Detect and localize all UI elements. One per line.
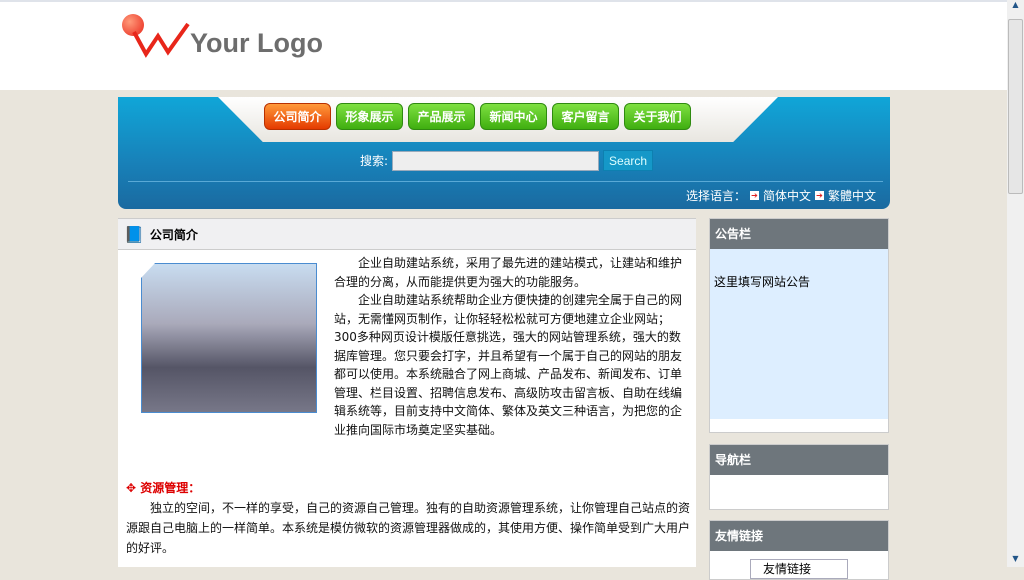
search-bar: 搜索: Search (360, 150, 654, 171)
scroll-down-icon[interactable]: ▼ (1007, 554, 1024, 563)
main-nav: 公司简介 形象展示 产品展示 新闻中心 客户留言 关于我们 (264, 103, 691, 130)
notice-body: 这里填写网站公告 (710, 249, 888, 419)
bullet-icon: ✥ (126, 481, 141, 495)
arrow-icon: ➔ (814, 191, 824, 200)
links-panel: 友情链接 友情链接 (709, 520, 889, 580)
links-select[interactable]: 友情链接 (750, 559, 848, 579)
scroll-thumb[interactable] (1008, 19, 1023, 194)
nav-panel: 导航栏 (709, 444, 889, 510)
main-content: 📘 公司简介 企业自助建站系统，采用了最先进的建站模式，让建站和维护合理的分离，… (118, 218, 696, 567)
links-title: 友情链接 (710, 521, 888, 551)
intro-text: 企业自助建站系统，采用了最先进的建站模式，让建站和维护合理的分离，从而能提供更为… (122, 254, 690, 439)
scrollbar[interactable]: ▲ ▼ (1007, 0, 1024, 567)
header: Your Logo (0, 0, 1007, 90)
notice-panel: 公告栏 这里填写网站公告 (709, 218, 889, 433)
logo-text: Your Logo (190, 27, 323, 58)
nav-news[interactable]: 新闻中心 (480, 103, 547, 130)
search-button[interactable]: Search (603, 150, 654, 171)
divider (128, 181, 883, 182)
search-input[interactable] (392, 150, 600, 171)
nav-company-intro[interactable]: 公司简介 (264, 103, 331, 130)
nav-about[interactable]: 关于我们 (624, 103, 691, 130)
lang-traditional[interactable]: 繁體中文 (828, 187, 876, 204)
logo-w-icon (132, 22, 190, 58)
scroll-up-icon[interactable]: ▲ (1007, 0, 1024, 9)
book-icon: 📘 (124, 224, 144, 244)
section-header: 📘 公司简介 (118, 218, 696, 250)
nav-panel-title: 导航栏 (710, 445, 888, 475)
resource-section: ✥ 资源管理： 独立的空间，不一样的享受，自己的资源自己管理。独有的自助资源管理… (126, 478, 692, 558)
language-label: 选择语言： (685, 189, 746, 203)
notice-title: 公告栏 (710, 219, 888, 249)
search-label: 搜索: (360, 154, 389, 168)
nav-guestbook[interactable]: 客户留言 (552, 103, 619, 130)
arrow-icon: ➔ (749, 191, 759, 200)
logo[interactable]: Your Logo (122, 12, 323, 62)
nav-image-gallery[interactable]: 形象展示 (336, 103, 403, 130)
resource-text: 独立的空间，不一样的享受，自己的资源自己管理。独有的自助资源管理系统，让你管理自… (126, 501, 691, 555)
lang-simplified[interactable]: 简体中文 (763, 187, 811, 204)
nav-products[interactable]: 产品展示 (408, 103, 475, 130)
notice-text: 这里填写网站公告 (714, 275, 811, 289)
language-selector: 选择语言： ➔ 简体中文 ➔ 繁體中文 (686, 187, 876, 204)
page-title: 公司简介 (149, 227, 198, 242)
resource-title: 资源管理： (140, 481, 201, 495)
banner: 公司简介 形象展示 产品展示 新闻中心 客户留言 关于我们 搜索: Search… (118, 97, 890, 209)
